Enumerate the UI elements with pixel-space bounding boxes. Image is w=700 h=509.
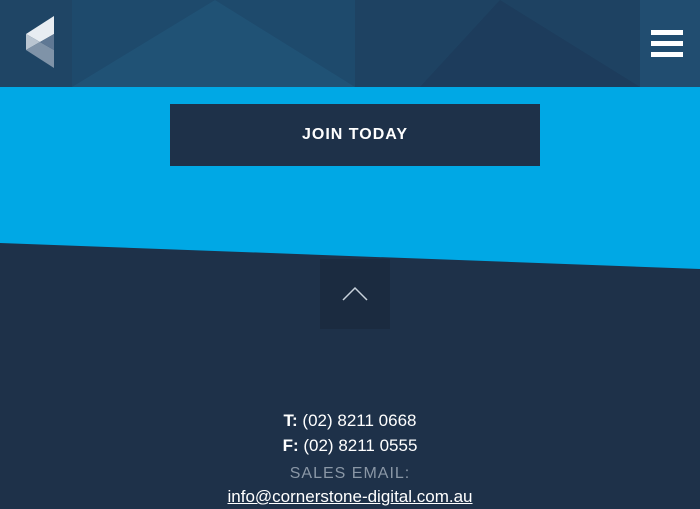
fax-line: F: (02) 8211 0555 (0, 433, 700, 458)
chevron-up-icon (342, 286, 368, 301)
back-to-top-button[interactable] (320, 259, 390, 329)
hamburger-menu-icon[interactable] (651, 30, 683, 58)
contact-details: T: (02) 8211 0668 F: (02) 8211 0555 SALE… (0, 408, 700, 509)
menu-bar-top (651, 30, 683, 35)
menu-bar-middle (651, 41, 683, 46)
menu-bar-bottom (651, 52, 683, 57)
cornerstone-logo-icon[interactable] (26, 16, 56, 68)
header-background-pattern (0, 0, 700, 87)
sales-email-link[interactable]: info@cornerstone-digital.com.au (0, 485, 700, 509)
site-header (0, 0, 700, 87)
sales-email-label: SALES EMAIL: (289, 465, 411, 482)
join-today-button[interactable]: JOIN TODAY (170, 104, 540, 166)
phone-line: T: (02) 8211 0668 (0, 408, 700, 433)
fax-label: F: (282, 436, 299, 455)
phone-label: T: (283, 411, 298, 430)
fax-number: (02) 8211 0555 (303, 436, 418, 455)
phone-number[interactable]: (02) 8211 0668 (302, 411, 416, 430)
